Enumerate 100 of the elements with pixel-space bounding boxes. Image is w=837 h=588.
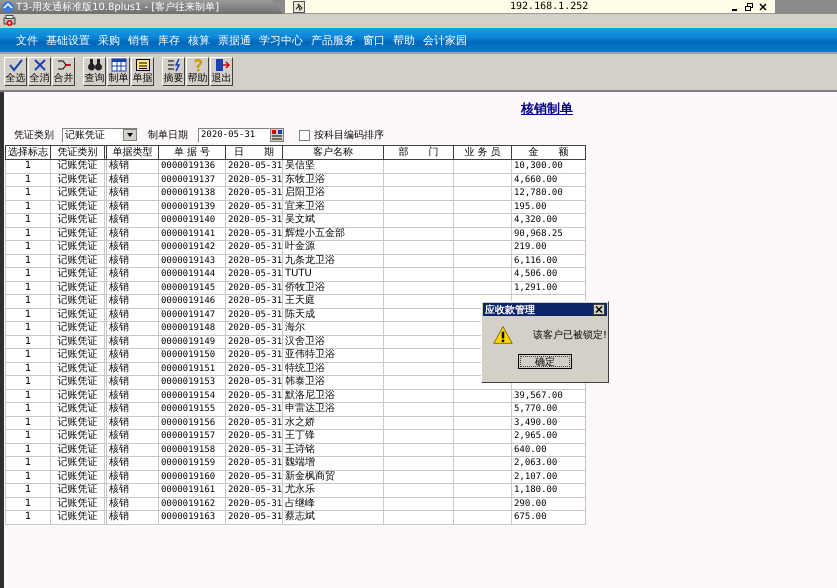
- toolbar-button[interactable]: 全消: [28, 57, 51, 86]
- date-field[interactable]: 2020-05-31: [198, 128, 270, 142]
- table-cell: 核销: [106, 227, 158, 240]
- document-icon: [134, 58, 150, 72]
- menu-item[interactable]: 产品服务: [311, 32, 355, 48]
- window-title: T3-用友通标准版10.8plus1 - [客户往来制单]: [16, 0, 220, 14]
- menu-item[interactable]: 帮助: [393, 32, 415, 48]
- sort-checkbox[interactable]: [299, 130, 310, 140]
- table-cell: 2020-05-31: [226, 254, 282, 268]
- table-cell: 2020-05-31: [226, 497, 282, 510]
- menu-item[interactable]: 基础设置: [46, 32, 90, 48]
- toolbar-button[interactable]: 全选: [4, 57, 27, 86]
- table-cell: 675.00: [512, 510, 586, 524]
- toolbar-button[interactable]: 合并: [52, 57, 75, 86]
- table-cell: 核销: [106, 200, 158, 214]
- table-cell: 2020-05-31: [226, 402, 282, 416]
- table-cell: 1: [6, 497, 50, 510]
- table-cell: 6,116.00: [512, 254, 586, 268]
- column-header[interactable]: 客户名称: [282, 146, 384, 160]
- calendar-icon[interactable]: [270, 128, 284, 142]
- table-cell: 海尔: [282, 322, 384, 335]
- table-cell: 启阳卫浴: [282, 186, 384, 200]
- column-header[interactable]: 金 额: [512, 146, 586, 160]
- column-header[interactable]: 单 据 号: [158, 146, 226, 160]
- table-cell: 2020-05-31: [226, 484, 282, 497]
- table-cell: 640.00: [512, 443, 586, 456]
- table-cell: 记账凭证: [50, 160, 104, 173]
- table-cell: 王诗铭: [282, 443, 384, 456]
- column-header[interactable]: 单据类型: [106, 146, 158, 160]
- table-cell: 核销: [106, 294, 158, 308]
- toolbar-button[interactable]: 退出: [210, 57, 233, 86]
- column-header[interactable]: 选择标志: [6, 146, 50, 160]
- table-cell: 0000019162: [158, 497, 226, 510]
- table-cell: 核销: [106, 322, 158, 335]
- table-cell: 1: [6, 240, 50, 254]
- table-cell: 核销: [106, 240, 158, 254]
- printer-icon[interactable]: [3, 15, 16, 27]
- table-cell: 0000019158: [158, 443, 226, 456]
- restore-icon[interactable]: [745, 2, 753, 10]
- table-cell: 2020-05-31: [226, 456, 282, 470]
- table-cell: 2020-05-31: [226, 160, 282, 173]
- toolbar-button[interactable]: 制单: [107, 57, 130, 86]
- table-cell: 核销: [106, 389, 158, 402]
- table-cell: 2,063.00: [512, 456, 586, 470]
- close-icon[interactable]: [759, 2, 767, 10]
- table-cell: 2020-05-31: [226, 348, 282, 362]
- table-cell: 记账凭证: [50, 322, 104, 335]
- menu-item[interactable]: 会计家园: [423, 32, 467, 48]
- table-cell: 魏端增: [282, 456, 384, 470]
- table-cell: 0000019161: [158, 484, 226, 497]
- table-cell: 2020-05-31: [226, 376, 282, 389]
- table-cell: 占继峰: [282, 497, 384, 510]
- table-cell: 王丁锋: [282, 430, 384, 443]
- table-cell: TUTU: [282, 268, 384, 281]
- table-cell: 宜来卫浴: [282, 200, 384, 214]
- host-address: 192.168.1.252: [510, 1, 588, 12]
- table-cell: 1: [6, 227, 50, 240]
- menu-item[interactable]: 文件: [16, 32, 38, 48]
- toolbar-button[interactable]: 帮助: [186, 57, 209, 86]
- merge-icon: [56, 58, 72, 72]
- table-cell: 1: [6, 430, 50, 443]
- table-cell: 2020-05-31: [226, 173, 282, 186]
- toolbar-button[interactable]: 查询: [83, 57, 106, 86]
- menu-item[interactable]: 学习中心: [259, 32, 303, 48]
- column-header[interactable]: 业 务 员: [454, 146, 512, 160]
- table-cell: 1: [6, 402, 50, 416]
- menu-item[interactable]: 库存: [158, 32, 180, 48]
- table-cell: 0000019151: [158, 362, 226, 376]
- table-cell: 记账凭证: [50, 510, 104, 524]
- voucher-type-dropdown[interactable]: 记账凭证: [62, 128, 138, 142]
- close-icon[interactable]: [593, 304, 605, 315]
- table-cell: 2020-05-31: [226, 362, 282, 376]
- table-cell: 0000019144: [158, 268, 226, 281]
- table-cell: 1: [6, 200, 50, 214]
- menu-item[interactable]: 窗口: [363, 32, 385, 48]
- menu-item[interactable]: 销售: [128, 32, 150, 48]
- table-cell: 2020-05-31: [226, 281, 282, 294]
- table-cell: 记账凭证: [50, 200, 104, 214]
- table-cell: 2020-05-31: [226, 200, 282, 214]
- table-cell: 2020-05-31: [226, 510, 282, 524]
- table-cell: 特统卫浴: [282, 362, 384, 376]
- toolbar-button[interactable]: 摘要: [162, 57, 185, 86]
- table-cell: 核销: [106, 335, 158, 348]
- table-cell: 0000019149: [158, 335, 226, 348]
- table-cell: 核销: [106, 430, 158, 443]
- table-cell: 汉舍卫浴: [282, 335, 384, 348]
- ok-button[interactable]: 确定: [518, 354, 572, 369]
- table-cell: 记账凭证: [50, 186, 104, 200]
- menu-item[interactable]: 核算: [188, 32, 210, 48]
- table-cell: 2020-05-31: [226, 322, 282, 335]
- menu-item[interactable]: 票据通: [218, 32, 251, 48]
- table-cell: 韩泰卫浴: [282, 376, 384, 389]
- table-cell: 1: [6, 456, 50, 470]
- table-cell: 2020-05-31: [226, 308, 282, 322]
- toolbar-button[interactable]: 单据: [131, 57, 154, 86]
- menu-item[interactable]: 采购: [98, 32, 120, 48]
- column-header[interactable]: 日 期: [226, 146, 282, 160]
- column-header[interactable]: 部 门: [384, 146, 454, 160]
- column-header[interactable]: 凭证类别: [50, 146, 104, 160]
- table-cell: 0000019137: [158, 173, 226, 186]
